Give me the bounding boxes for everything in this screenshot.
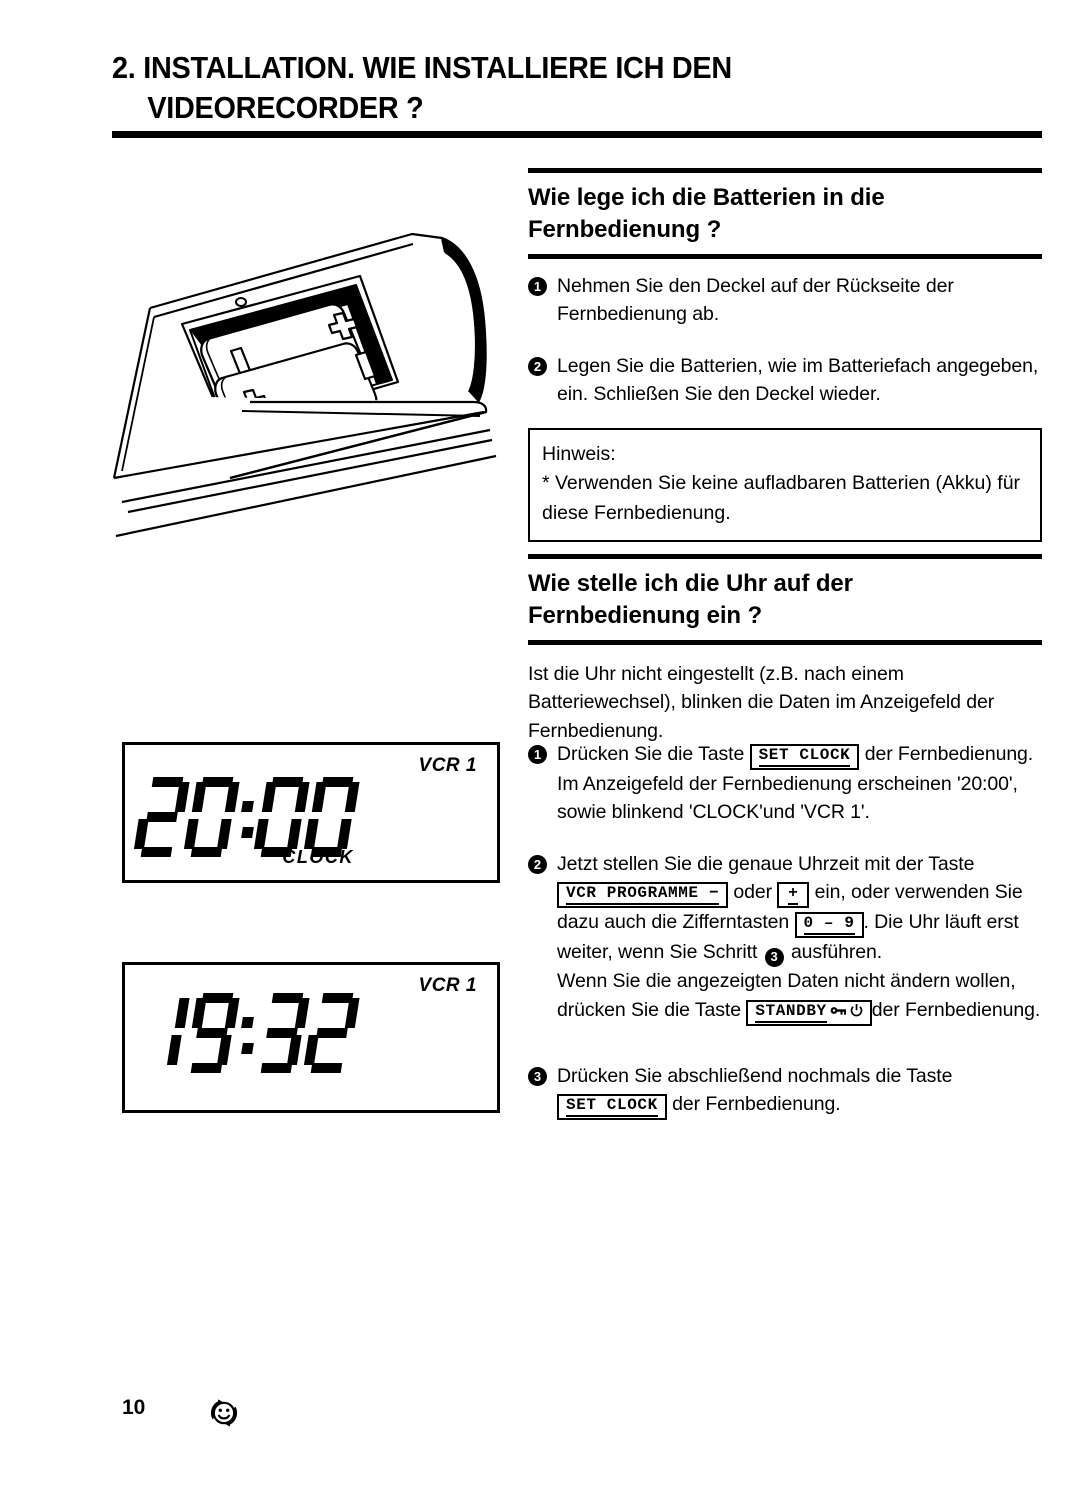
section-rule-bottom	[528, 253, 1042, 259]
step-text-part2: oder	[733, 881, 772, 904]
step-text: Nehmen Sie den Deckel auf der Rückseite …	[557, 275, 954, 326]
page-title: 2. INSTALLATION. WIE INSTALLIERE ICH DEN…	[112, 48, 930, 129]
lcd-vcr-label: VCR 1	[418, 975, 477, 996]
key-set-clock[interactable]: SET CLOCK	[749, 744, 860, 770]
step-number-badge: 2	[528, 855, 547, 874]
clock-step-3: 3 Drücken Sie abschließend nochmals die …	[528, 1062, 1042, 1121]
step-reference-badge: 3	[764, 948, 784, 968]
seven-segment-time	[133, 777, 360, 857]
heading-line1: Wie stelle ich die Uhr auf der	[528, 570, 853, 597]
key-label: 0 – 9	[803, 914, 855, 936]
page-title-line1: 2. INSTALLATION. WIE INSTALLIERE ICH DEN	[112, 50, 732, 85]
step-text: Drücken Sie die Taste SET CLOCK der Fern…	[557, 740, 1042, 827]
section-heading-clock: Wie stelle ich die Uhr auf der Fernbedie…	[528, 559, 1042, 640]
note-text: * Verwenden Sie keine aufladbaren Batter…	[542, 472, 1021, 524]
heading-line2: Fernbedienung ein ?	[528, 601, 763, 629]
lcd-display-1932: VCR 1	[122, 962, 500, 1113]
seven-segment-time	[139, 993, 360, 1073]
lcd-time-2000	[133, 777, 360, 857]
step-number-badge: 1	[528, 277, 547, 296]
page-title-line2: VIDEORECORDER ?	[147, 90, 424, 126]
key-plus[interactable]: +	[777, 882, 810, 909]
clock-step-2: 2 Jetzt stellen Sie die genaue Uhrzeit m…	[528, 850, 1042, 1026]
step-number-badge: 3	[528, 1067, 547, 1086]
battery-step-2: 2 Legen Sie die Batterien, wie im Batter…	[528, 352, 1042, 409]
key-standby[interactable]: STANDBY	[746, 999, 872, 1026]
page-number: 10	[122, 1396, 146, 1419]
step-text-part1: Jetzt stellen Sie die genaue Uhrzeit mit…	[557, 853, 975, 875]
key-set-clock[interactable]: SET CLOCK	[557, 1094, 667, 1121]
key-lock-icon	[830, 1004, 847, 1023]
section-heading-batteries: Wie lege ich die Batterien in die Fernbe…	[528, 173, 1042, 254]
lcd-mode-label: CLOCK	[282, 847, 354, 867]
step-number-badge: 1	[528, 745, 547, 764]
battery-step-1: 1 Nehmen Sie den Deckel auf der Rückseit…	[528, 272, 1042, 329]
heading-line2: Fernbedienung ?	[528, 215, 722, 243]
step-text: Jetzt stellen Sie die genaue Uhrzeit mit…	[557, 850, 1042, 1026]
key-label: SET CLOCK	[566, 1096, 658, 1118]
step-text-part5: ausführen.	[790, 941, 883, 964]
key-label: SET CLOCK	[758, 746, 851, 767]
step-text-part2: der Fernbedienung.	[672, 1093, 841, 1116]
section-rule-bottom	[528, 639, 1042, 645]
step-text: Legen Sie die Batterien, wie im Batterie…	[557, 355, 1039, 406]
note-title: Hinweis:	[542, 443, 616, 465]
step-text-part1: Drücken Sie abschließend nochmals die Ta…	[557, 1065, 953, 1087]
power-icon	[850, 1003, 863, 1023]
key-digits-0-9[interactable]: 0 – 9	[794, 912, 864, 939]
section-clock: Wie stelle ich die Uhr auf der Fernbedie…	[528, 554, 1042, 645]
step-text-part7: der Fernbedienung.	[871, 998, 1041, 1021]
recycle-smiley-icon	[205, 1394, 243, 1432]
note-box-batteries: Hinweis: * Verwenden Sie keine aufladbar…	[528, 428, 1042, 542]
key-label: VCR PROGRAMME −	[566, 884, 720, 906]
clock-step-1: 1 Drücken Sie die Taste SET CLOCK der Fe…	[528, 740, 1042, 827]
step-text-part1: Drücken Sie die Taste	[557, 743, 745, 765]
key-label: +	[788, 884, 799, 906]
key-label: STANDBY	[755, 1002, 827, 1023]
section-batteries: Wie lege ich die Batterien in die Fernbe…	[528, 168, 1042, 259]
lcd-display-2000: VCR 1 CLOCK	[122, 742, 500, 883]
key-vcr-programme-minus[interactable]: VCR PROGRAMME −	[557, 882, 729, 909]
remote-control-illustration	[112, 216, 512, 546]
clock-intro-text: Ist die Uhr nicht eingestellt (z.B. nach…	[528, 663, 995, 742]
heading-line1: Wie lege ich die Batterien in die	[528, 184, 885, 211]
step-number-badge: 2	[528, 357, 547, 376]
lcd-vcr-label: VCR 1	[418, 755, 477, 776]
title-rule	[112, 131, 1042, 138]
lcd-time-1932	[139, 993, 360, 1073]
step-text: Drücken Sie abschließend nochmals die Ta…	[557, 1062, 1042, 1121]
